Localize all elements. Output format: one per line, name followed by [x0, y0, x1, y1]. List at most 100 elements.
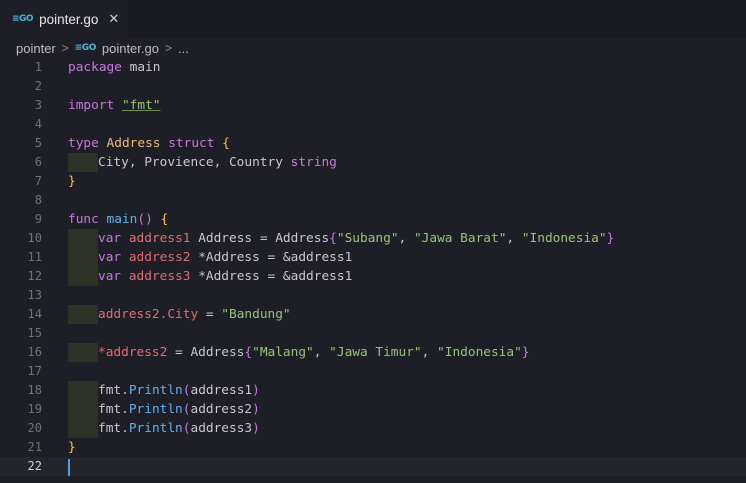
line-number: 19 — [27, 402, 42, 416]
code-line[interactable]: 7} — [0, 172, 746, 191]
go-file-icon: ≡GO — [12, 14, 34, 24]
string: "Jawa Timur" — [329, 345, 422, 360]
brace: } — [606, 231, 615, 246]
chevron-right-icon: > — [164, 41, 172, 55]
identifier: *Address = &address1 — [190, 250, 353, 265]
code-line[interactable]: 15 — [0, 324, 746, 343]
line-number: 8 — [34, 193, 42, 207]
string: "Indonesia" — [521, 231, 607, 246]
keyword: var — [98, 250, 122, 265]
keyword: var — [98, 231, 122, 246]
identifier: address3 — [190, 421, 253, 436]
function-name: Println — [128, 383, 183, 398]
line-number: 7 — [34, 174, 42, 188]
code-line[interactable]: 20 fmt.Println(address3) — [0, 419, 746, 438]
code-line[interactable]: 11 var address2 *Address = &address1 — [0, 248, 746, 267]
code-line[interactable]: 5 type Address struct { — [0, 134, 746, 153]
close-icon[interactable]: ✕ — [108, 11, 119, 27]
code-line[interactable]: 19 fmt.Println(address2) — [0, 400, 746, 419]
identifier: Address = Address — [190, 231, 330, 246]
brace: } — [68, 440, 76, 455]
line-number: 2 — [34, 79, 42, 93]
keyword: func — [68, 212, 99, 227]
indent-guide — [68, 419, 98, 438]
function-name: Println — [128, 402, 183, 417]
variable: address2 — [128, 250, 191, 265]
brace: } — [521, 345, 530, 360]
string: "Bandung" — [221, 307, 291, 322]
function-name: Println — [128, 421, 183, 436]
line-number: 11 — [27, 250, 42, 264]
code-line[interactable]: 8 — [0, 191, 746, 210]
code-line[interactable]: 17 — [0, 362, 746, 381]
brace: { — [222, 136, 230, 151]
code-line[interactable]: 2 — [0, 77, 746, 96]
tab-label: pointer.go — [39, 11, 99, 27]
code-line[interactable]: 6 City, Provience, Country string — [0, 153, 746, 172]
indent-guide — [68, 229, 98, 248]
code-line[interactable]: 9 func main() { — [0, 210, 746, 229]
line-number: 15 — [27, 326, 42, 340]
parens: () — [137, 212, 153, 227]
breadcrumb-folder[interactable]: pointer — [16, 41, 56, 56]
code-line[interactable]: 14 address2.City = "Bandung" — [0, 305, 746, 324]
brace: { — [244, 345, 253, 360]
code-line-active[interactable]: 22 — [0, 457, 746, 476]
line-number: 5 — [34, 136, 42, 150]
brace: { — [160, 212, 169, 227]
line-number: 12 — [27, 269, 42, 283]
line-number: 1 — [34, 60, 42, 74]
identifier: main — [121, 60, 161, 75]
identifier: *Address = &address1 — [190, 269, 353, 284]
identifier: = Address — [167, 345, 245, 360]
tab-pointer-go[interactable]: ≡GO pointer.go ✕ — [0, 0, 131, 38]
keyword: string — [290, 155, 337, 170]
string: "Jawa Barat" — [413, 231, 507, 246]
indent-guide — [68, 153, 98, 172]
line-number: 21 — [27, 440, 42, 454]
line-number: 6 — [34, 155, 42, 169]
type-name: Address — [106, 136, 161, 151]
code-line[interactable]: 13 — [0, 286, 746, 305]
keyword: var — [98, 269, 122, 284]
code-line[interactable]: 16 *address2 = Address{"Malang", "Jawa Ti… — [0, 343, 746, 362]
function-name: main — [106, 212, 138, 227]
line-number: 9 — [34, 212, 42, 226]
code-line[interactable]: 3 import "fmt" — [0, 96, 746, 115]
string: "Subang" — [336, 231, 399, 246]
variable: address1 — [128, 231, 191, 246]
brace: { — [329, 231, 337, 246]
variable: address2 — [98, 307, 160, 322]
code-line[interactable]: 18 fmt.Println(address1) — [0, 381, 746, 400]
code-line[interactable]: 1 package main — [0, 58, 746, 77]
indent-guide — [68, 400, 98, 419]
editor-tab-bar: ≡GO pointer.go ✕ — [0, 0, 746, 38]
identifier: fmt. — [98, 421, 129, 436]
brace: } — [68, 174, 76, 189]
parens: ) — [252, 421, 260, 436]
operator: = — [198, 307, 222, 322]
code-line[interactable]: 12 var address3 *Address = &address1 — [0, 267, 746, 286]
indent-guide — [68, 248, 98, 267]
field: .City — [159, 307, 199, 322]
variable: address3 — [128, 269, 191, 284]
line-number: 17 — [27, 364, 42, 378]
breadcrumb-file[interactable]: pointer.go — [102, 41, 159, 56]
breadcrumb-more[interactable]: ... — [178, 41, 189, 56]
indent-guide — [68, 381, 98, 400]
line-number: 22 — [27, 459, 42, 473]
variable: *address2 — [98, 345, 168, 360]
go-file-icon: ≡GO — [74, 43, 97, 53]
code-line[interactable]: 10 var address1 Address = Address{"Subang… — [0, 229, 746, 248]
code-line[interactable]: 21} — [0, 438, 746, 457]
breadcrumb: pointer > ≡GO pointer.go > ... — [0, 38, 746, 58]
code-editor[interactable]: 1 package main 2 3 import "fmt" 4 5 type Ad… — [0, 58, 746, 483]
keyword: package — [68, 60, 122, 75]
code-line[interactable]: 4 — [0, 115, 746, 134]
